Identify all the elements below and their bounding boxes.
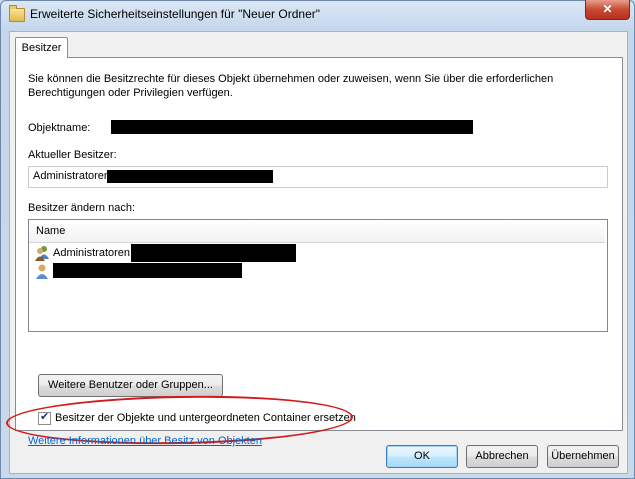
- list-item[interactable]: Administratoren: [33, 244, 593, 262]
- close-button[interactable]: ✕: [585, 0, 630, 20]
- change-owner-label: Besitzer ändern nach:: [28, 202, 136, 214]
- cancel-button[interactable]: Abbrechen: [466, 445, 538, 468]
- column-header-label: Name: [36, 225, 66, 237]
- tab-panel-besitzer: Sie können die Besitzrechte für dieses O…: [5, 57, 623, 448]
- current-owner-field: Administratoren: [28, 166, 608, 188]
- ok-button[interactable]: OK: [386, 445, 458, 468]
- window-title: Erweiterte Sicherheitseinstellungen für …: [30, 7, 320, 21]
- list-header-name[interactable]: Name: [29, 220, 605, 243]
- user-icon: [36, 264, 48, 279]
- apply-button[interactable]: Übernehmen: [547, 445, 619, 468]
- more-info-link[interactable]: Weitere Informationen über Besitz von Ob…: [28, 435, 262, 447]
- list-item[interactable]: [33, 262, 593, 280]
- group-users-icon: [35, 246, 49, 261]
- tab-besitzer[interactable]: Besitzer: [15, 37, 68, 58]
- more-users-button[interactable]: Weitere Benutzer oder Gruppen...: [38, 374, 223, 397]
- description-text: Sie können die Besitzrechte für dieses O…: [28, 73, 554, 99]
- current-owner-value: Administratoren: [33, 170, 111, 182]
- list-item-label: Administratoren: [53, 247, 131, 259]
- list-item-redacted: [53, 263, 242, 278]
- object-name-label: Objektname:: [28, 122, 91, 134]
- folder-icon: [9, 5, 25, 22]
- owner-list[interactable]: Name Administratoren: [28, 219, 608, 332]
- dialog-client-area: Besitzer Sie können die Besitzrechte für…: [5, 31, 628, 474]
- title-bar[interactable]: Erweiterte Sicherheitseinstellungen für …: [1, 0, 634, 29]
- dialog-window: Erweiterte Sicherheitseinstellungen für …: [0, 0, 635, 479]
- object-name-redacted: [111, 120, 473, 134]
- list-item-redacted: [131, 244, 296, 262]
- current-owner-redacted: [107, 170, 273, 183]
- current-owner-label: Aktueller Besitzer:: [28, 149, 117, 161]
